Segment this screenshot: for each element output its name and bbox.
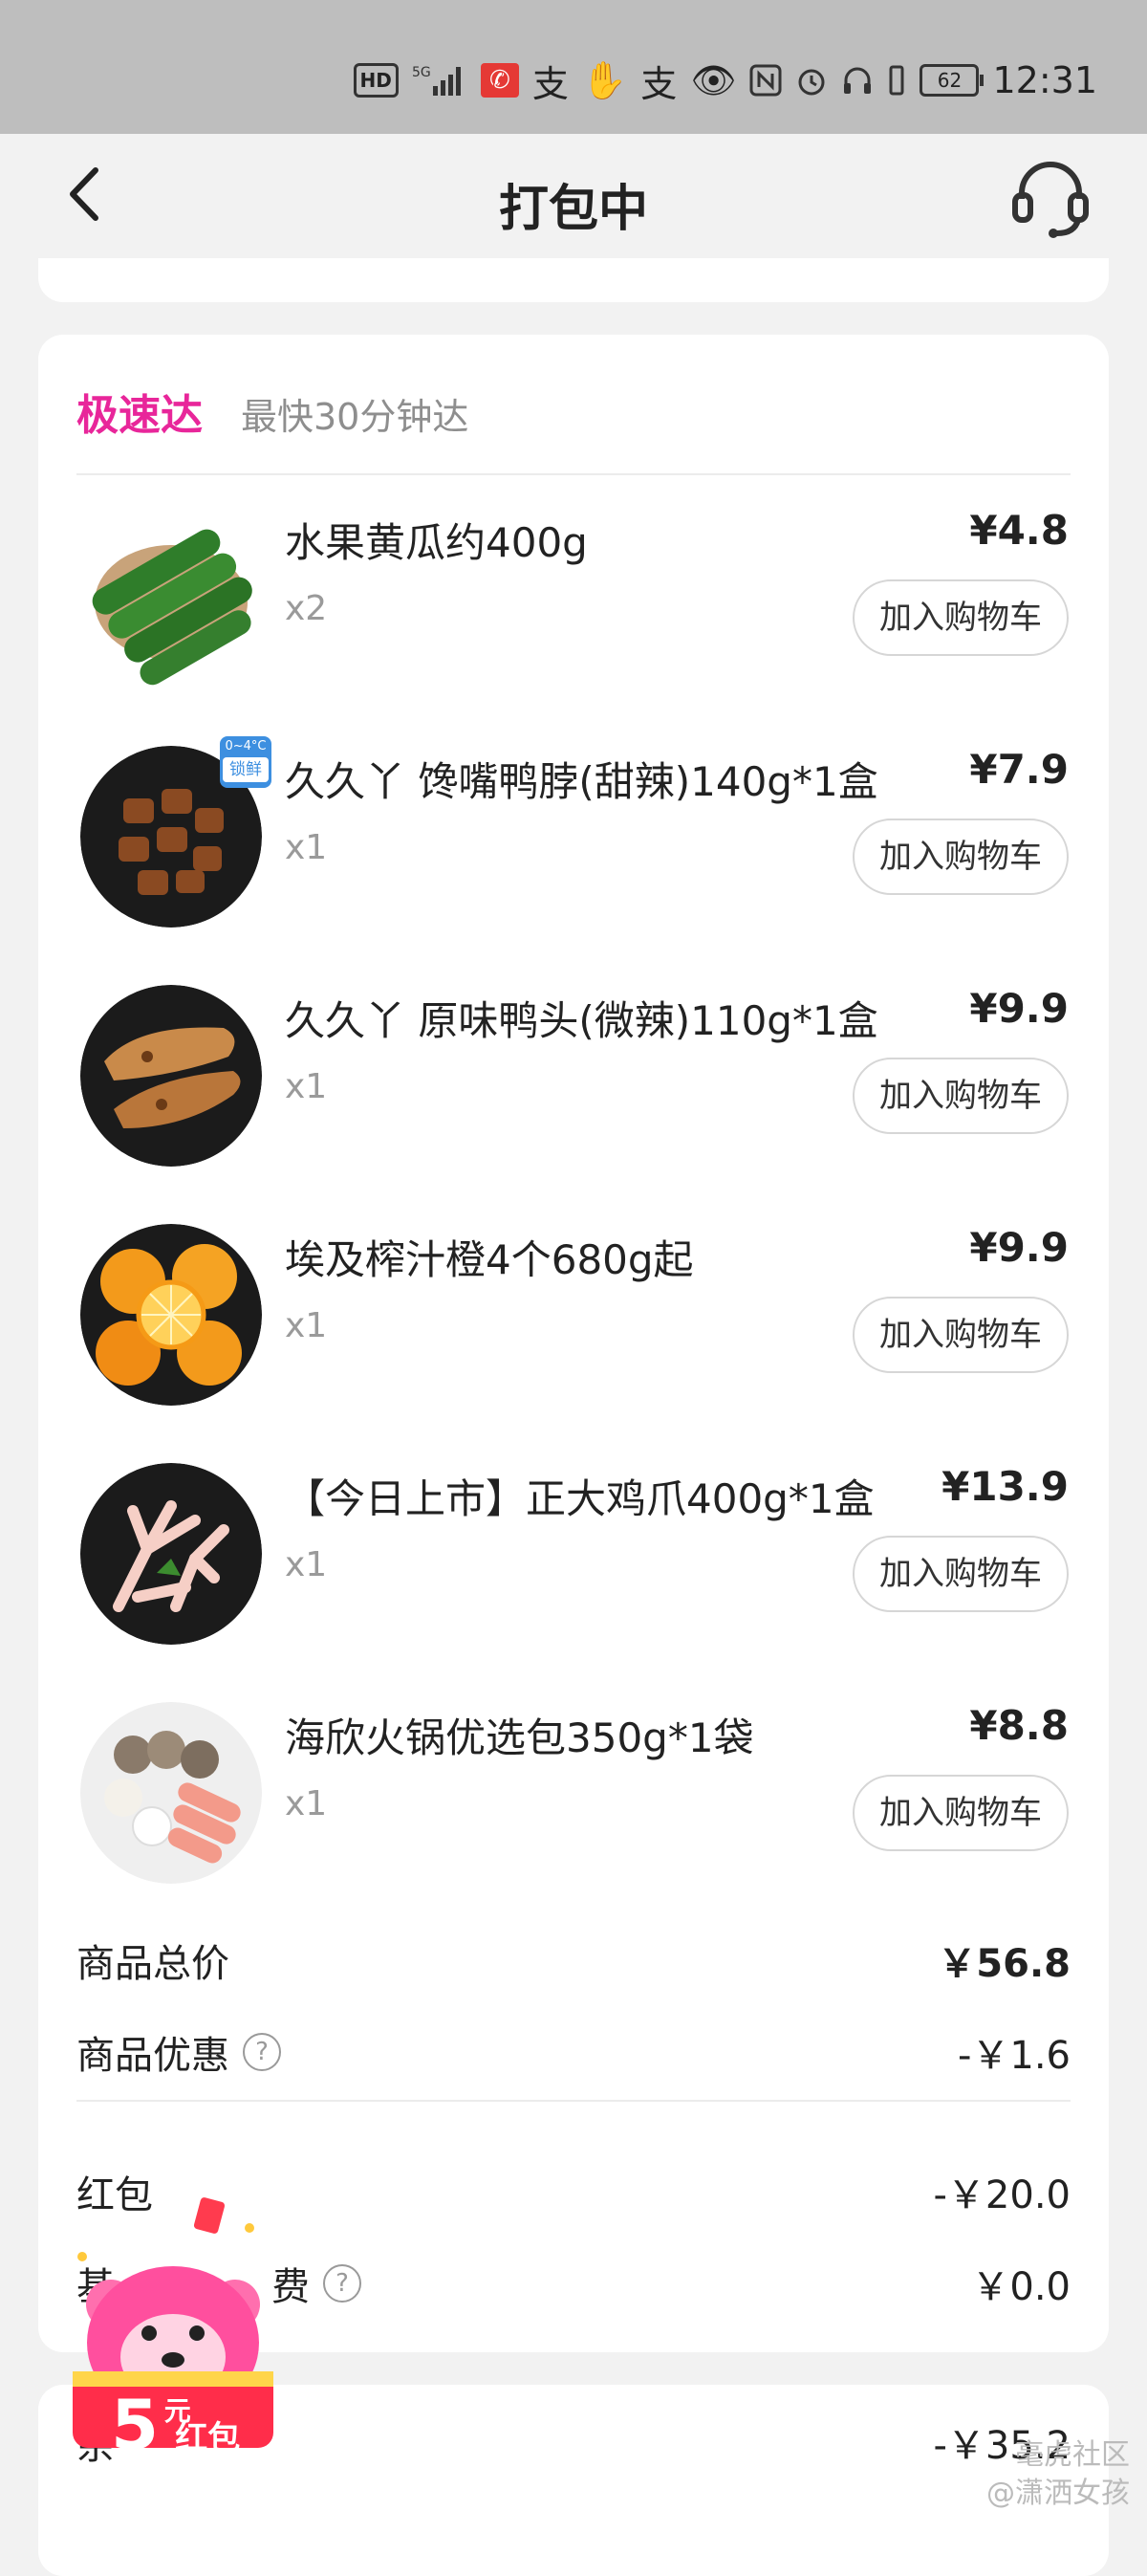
product-name: 久久丫 原味鸭头(微辣)110g*1盒 (285, 997, 878, 1044)
battery-icon: 62 (920, 64, 985, 97)
alipay-icon-2: 支 (640, 62, 678, 105)
add-to-cart-button[interactable]: 加入购物车 (853, 579, 1069, 656)
nfc-icon (749, 63, 782, 98)
product-image-duck-head (80, 985, 262, 1167)
nav-header: 打包中 (0, 134, 1147, 258)
redpacket-value: -￥20.0 (933, 2173, 1071, 2217)
divider (76, 2100, 1071, 2102)
product-qty: x2 (285, 589, 328, 628)
add-to-cart-button[interactable]: 加入购物车 (853, 1297, 1069, 1373)
product-price: ¥13.9 (941, 1463, 1069, 1510)
product-name: 埃及榨汁橙4个680g起 (285, 1236, 694, 1283)
product-price: ¥7.9 (969, 746, 1069, 793)
app-notification-icon: ✆ (480, 63, 519, 98)
product-item[interactable]: 水果黄瓜约400g x2 ¥4.8 加入购物车 (38, 488, 1109, 727)
watermark: 毫虎社区 @潇洒女孩 (986, 2436, 1130, 2513)
vibrate-icon (887, 63, 906, 98)
product-item[interactable]: 海欣火锅优选包350g*1袋 x1 ¥8.8 加入购物车 (38, 1683, 1109, 1922)
product-name: 【今日上市】正大鸡爪400g*1盒 (285, 1475, 875, 1522)
product-price: ¥4.8 (969, 507, 1069, 554)
product-name: 水果黄瓜约400g (285, 519, 588, 566)
summary-total-row: 商品总价 ￥56.8 (76, 1932, 1071, 1989)
delivery-subtitle: 最快30分钟达 (241, 396, 469, 438)
headset-icon (1012, 162, 1089, 238)
product-image-hotpot (80, 1702, 262, 1884)
watermark-line1: 毫虎社区 (1015, 2438, 1130, 2472)
total-label: 商品总价 (76, 1942, 229, 1986)
product-qty: x1 (285, 1306, 328, 1345)
discount-label: 商品优惠 (76, 2034, 229, 2078)
product-qty: x1 (285, 828, 328, 867)
delivery-tag: 极速达 (76, 391, 203, 440)
eye-icon: 👁 (690, 58, 737, 101)
help-icon[interactable]: ? (323, 2264, 361, 2303)
product-item[interactable]: 0~4°C 锁鲜 久久丫 馋嘴鸭脖(甜辣)140g*1盒 x1 ¥7.9 加入购… (38, 727, 1109, 966)
promo-amount: 5 (111, 2385, 160, 2465)
help-icon[interactable]: ? (243, 2033, 281, 2071)
add-to-cart-button[interactable]: 加入购物车 (853, 1536, 1069, 1612)
product-name: 久久丫 馋嘴鸭脖(甜辣)140g*1盒 (285, 758, 878, 805)
product-image-chicken-feet (80, 1463, 262, 1645)
clock: 12:31 (992, 59, 1097, 101)
add-to-cart-button[interactable]: 加入购物车 (853, 1058, 1069, 1134)
fee-value: ￥0.0 (971, 2265, 1071, 2309)
customer-service-button[interactable] (1007, 155, 1093, 241)
headphones-icon (841, 63, 874, 98)
signal-icon: 5G (412, 63, 467, 98)
summary-discount-row: 商品优惠 ? -￥1.6 (76, 2023, 1071, 2081)
product-item[interactable]: 【今日上市】正大鸡爪400g*1盒 x1 ¥13.9 加入购物车 (38, 1444, 1109, 1683)
product-item[interactable]: 久久丫 原味鸭头(微辣)110g*1盒 x1 ¥9.9 加入购物车 (38, 966, 1109, 1205)
product-name: 海欣火锅优选包350g*1袋 (285, 1714, 754, 1761)
divider (76, 473, 1071, 475)
order-card: 极速达 最快30分钟达 水果黄瓜约400g x2 ¥4.8 加入购物车 0~4°… (38, 335, 1109, 2352)
watermark-line2: @潇洒女孩 (986, 2477, 1130, 2510)
discount-value: -￥1.6 (957, 2034, 1071, 2078)
delivery-info: 极速达 最快30分钟达 (76, 381, 468, 442)
redpacket-promo-float[interactable]: 5 元 红包 (54, 2190, 302, 2467)
network-label: 5G (412, 65, 431, 80)
alipay-icon: 支 (531, 62, 569, 105)
hd-icon: HD (353, 63, 399, 98)
fresh-badge-text: 锁鲜 (223, 757, 269, 782)
product-price: ¥9.9 (969, 985, 1069, 1032)
product-qty: x1 (285, 1067, 328, 1106)
product-item[interactable]: 埃及榨汁橙4个680g起 x1 ¥9.9 加入购物车 (38, 1205, 1109, 1444)
page-title: 打包中 (498, 181, 648, 238)
promo-unit: 元 (163, 2395, 191, 2427)
product-image-orange (80, 1224, 262, 1406)
previous-card-bottom (38, 258, 1109, 302)
product-qty: x1 (285, 1784, 328, 1823)
fresh-lock-badge: 0~4°C 锁鲜 (220, 736, 271, 788)
hand-icon: ✋ (581, 58, 628, 101)
fresh-badge-temp: 0~4°C (225, 739, 267, 753)
product-price: ¥9.9 (969, 1224, 1069, 1271)
status-bar: HD 5G ✆ 支 ✋ 支 👁 62 12:31 (0, 0, 1147, 134)
add-to-cart-button[interactable]: 加入购物车 (853, 819, 1069, 895)
add-to-cart-button[interactable]: 加入购物车 (853, 1775, 1069, 1851)
promo-text: 5 元 红包 (111, 2390, 240, 2459)
product-image-cucumber (80, 507, 262, 688)
status-icons: HD 5G ✆ 支 ✋ 支 👁 62 12:31 (353, 58, 1097, 105)
alarm-icon (795, 63, 828, 98)
product-qty: x1 (285, 1545, 328, 1584)
product-price: ¥8.8 (969, 1702, 1069, 1749)
discount-label-group: 商品优惠 ? (76, 2024, 281, 2080)
total-value: ￥56.8 (938, 1942, 1071, 1986)
